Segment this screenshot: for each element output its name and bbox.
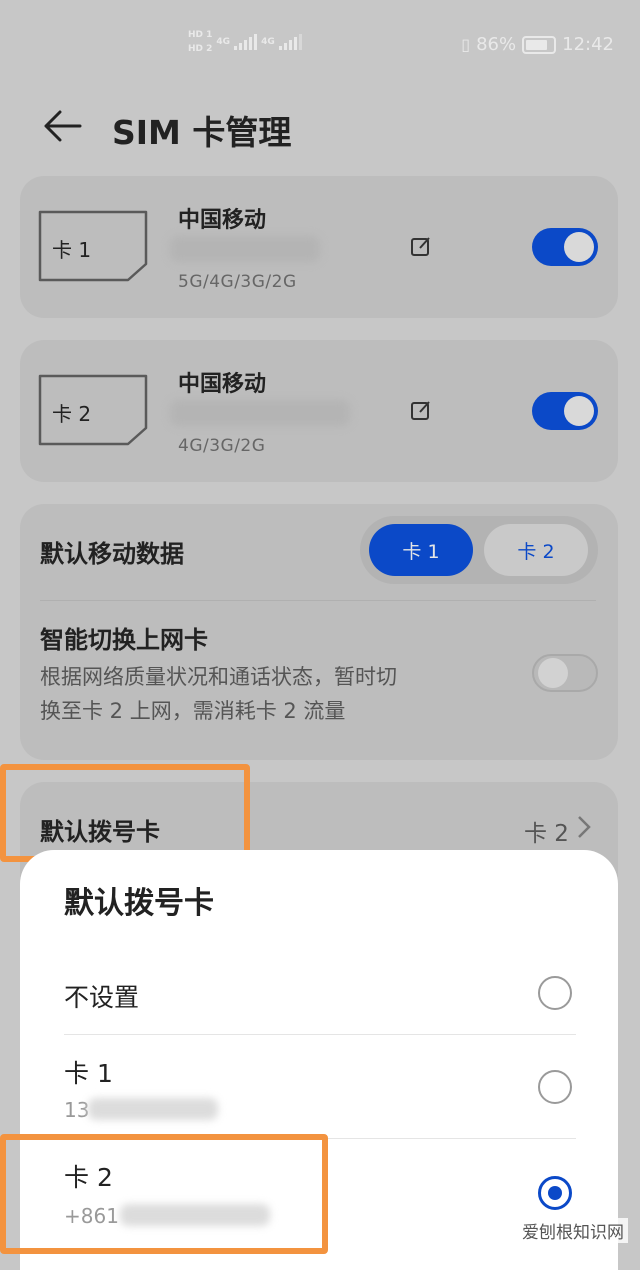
sim-1-number-blurred xyxy=(170,236,320,262)
option-sim-2-radio[interactable] xyxy=(538,1176,572,1210)
seg-sim-2[interactable]: 卡 2 xyxy=(484,524,588,576)
sim-card-2: 卡 2 中国移动 4G/3G/2G xyxy=(20,340,618,482)
sim-1-toggle[interactable] xyxy=(532,228,598,266)
net-type-2: 4G xyxy=(261,37,275,47)
smart-switch-toggle[interactable] xyxy=(532,654,598,692)
chevron-right-icon xyxy=(576,814,592,844)
signal-1-icon xyxy=(234,34,258,50)
option-none-radio[interactable] xyxy=(538,976,572,1010)
divider xyxy=(40,600,596,601)
option-sim-1[interactable]: 卡 1 13 xyxy=(64,1040,576,1136)
sim-2-network: 4G/3G/2G xyxy=(178,436,266,456)
sim-1-number-blurred xyxy=(88,1098,218,1120)
sim-1-network: 5G/4G/3G/2G xyxy=(178,272,297,292)
sim-card-1: 卡 1 中国移动 5G/4G/3G/2G xyxy=(20,176,618,318)
page-title: SIM 卡管理 xyxy=(112,113,292,152)
sim1-hd-badge: HD 1 xyxy=(188,30,213,40)
battery-icon xyxy=(522,35,557,54)
option-sim-1-radio[interactable] xyxy=(538,1070,572,1104)
option-sim-1-number: 13 xyxy=(64,1098,90,1122)
watermark: 爱刨根知识网 xyxy=(518,1218,628,1243)
sim2-hd-badge: HD 2 xyxy=(188,44,213,54)
arrow-left-icon xyxy=(44,110,82,142)
sim-1-carrier: 中国移动 xyxy=(178,208,267,233)
sim-1-label: 卡 1 xyxy=(52,238,92,262)
clock: 12:42 xyxy=(562,34,614,55)
sim-2-toggle[interactable] xyxy=(532,392,598,430)
option-none-label: 不设置 xyxy=(64,983,140,1012)
battery-percent: 86% xyxy=(476,34,517,55)
net-type-1: 4G xyxy=(216,37,231,47)
sim-2-label: 卡 2 xyxy=(52,402,92,426)
signal-2-icon xyxy=(278,34,302,50)
status-bar: HD 1 HD 2 4G 4G ▯ 86% 12:42 xyxy=(0,30,640,66)
edit-sim-2-button[interactable] xyxy=(410,400,432,422)
smart-switch-title: 智能切换上网卡 xyxy=(40,626,208,654)
default-dial-value: 卡 2 xyxy=(524,821,569,847)
back-button[interactable] xyxy=(40,104,84,148)
highlight-default-dial xyxy=(0,764,250,862)
sim-2-carrier: 中国移动 xyxy=(178,372,267,397)
default-data-label: 默认移动数据 xyxy=(40,540,184,568)
edit-sim-1-button[interactable] xyxy=(410,236,432,258)
seg-sim-1[interactable]: 卡 1 xyxy=(369,524,473,576)
sheet-title: 默认拨号卡 xyxy=(64,886,214,921)
highlight-sim-2 xyxy=(0,1134,328,1254)
edit-icon xyxy=(411,401,430,420)
divider xyxy=(64,1034,576,1035)
vibrate-icon: ▯ xyxy=(461,35,471,54)
edit-icon xyxy=(411,237,430,256)
status-left: HD 1 HD 2 4G 4G xyxy=(188,30,302,54)
option-sim-1-label: 卡 1 xyxy=(64,1059,113,1088)
default-data-segmented: 卡 1 卡 2 xyxy=(360,516,598,584)
smart-switch-desc-2: 换至卡 2 上网，需消耗卡 2 流量 xyxy=(40,699,346,723)
option-none[interactable]: 不设置 xyxy=(64,956,576,1032)
status-right: ▯ 86% 12:42 xyxy=(461,34,614,55)
smart-switch-desc-1: 根据网络质量状况和通话状态，暂时切 xyxy=(40,665,397,689)
sim-2-number-blurred xyxy=(170,400,350,426)
